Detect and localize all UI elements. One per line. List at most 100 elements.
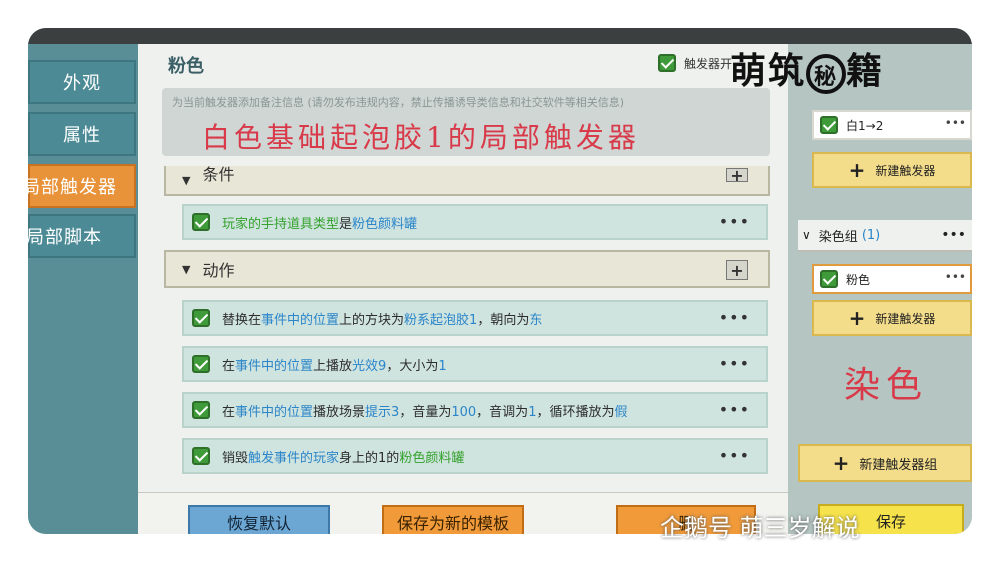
static-text: 上的方块为	[339, 312, 405, 328]
new-trigger-button[interactable]: + 新建触发器	[812, 300, 972, 336]
checkbox-icon[interactable]	[192, 213, 210, 231]
more-icon[interactable]: •••	[945, 270, 966, 284]
param-text[interactable]: 触发事件的玩家	[248, 451, 339, 466]
trigger-editor-panel: 粉色 触发器开 为当前触发器添加备注信息 (请勿发布违规内容，禁止传播诱导类信息…	[138, 44, 788, 534]
sidebar-item-local-scripts[interactable]: 局部脚本	[28, 214, 136, 258]
restore-default-button[interactable]: 恢复默认	[188, 505, 330, 534]
source-watermark: 企鹅号 萌三岁解说	[660, 514, 860, 542]
handwritten-annotation: 白色基础起泡胶1的局部触发器	[202, 121, 640, 154]
collapse-arrow-icon[interactable]: ▼	[182, 174, 190, 187]
new-trigger-label: 新建触发器	[875, 311, 936, 326]
checkbox-icon[interactable]	[192, 401, 210, 419]
action-row[interactable]: 在事件中的位置上播放光效9，大小为1 •••	[182, 346, 768, 382]
chevron-down-icon[interactable]: ∨	[802, 228, 811, 242]
param-text[interactable]: 事件中的位置	[235, 405, 313, 420]
action-row[interactable]: 销毁触发事件的玩家身上的1的粉色颜料罐 •••	[182, 438, 768, 474]
trigger-list-item[interactable]: 白1→2 •••	[812, 110, 972, 140]
sidebar-item-label: 外观	[63, 73, 101, 94]
param-text[interactable]: 事件中的位置	[235, 359, 313, 374]
condition-text: 玩家的手持道具类型是粉色颜料罐	[222, 213, 417, 232]
action-text: 在事件中的位置上播放光效9，大小为1	[222, 355, 447, 374]
param-text[interactable]: 粉色颜料罐	[352, 217, 417, 232]
checkbox-icon[interactable]	[192, 447, 210, 465]
new-group-label: 新建触发器组	[859, 457, 938, 473]
more-icon[interactable]: •••	[719, 212, 750, 231]
static-text: 在	[222, 404, 236, 420]
new-trigger-button[interactable]: + 新建触发器	[812, 152, 972, 188]
more-icon[interactable]: •••	[719, 308, 750, 327]
group-name: 染色组	[818, 229, 858, 245]
static-text: ，朝向为	[477, 312, 530, 328]
sidebar-item-appearance[interactable]: 外观	[28, 60, 136, 104]
static-text: 销毁	[222, 450, 249, 466]
param-text[interactable]: 1	[438, 359, 446, 374]
trigger-group-header[interactable]: ∨ 染色组 (1) •••	[798, 220, 972, 252]
static-text: ，循环播放为	[536, 404, 615, 420]
static-text: 播放场景	[313, 404, 366, 420]
static-text: ，大小为	[386, 358, 439, 374]
condition-row[interactable]: 玩家的手持道具类型是粉色颜料罐 •••	[182, 204, 768, 240]
collapse-arrow-icon[interactable]: ▼	[182, 263, 190, 276]
note-placeholder: 为当前触发器添加备注信息 (请勿发布违规内容，禁止传播诱导类信息和社交软件等相关…	[172, 96, 625, 109]
sidebar-item-label: 局部脚本	[28, 227, 102, 248]
new-trigger-group-button[interactable]: + 新建触发器组	[798, 444, 972, 482]
static-text: 替换在	[222, 312, 262, 328]
checkbox-icon[interactable]	[820, 270, 838, 288]
new-trigger-label: 新建触发器	[875, 163, 936, 178]
static-text: ，音调为	[476, 404, 529, 420]
param-text[interactable]: 粉系起泡胶1	[404, 313, 477, 328]
action-section-header[interactable]: ▼ 动作 +	[164, 250, 770, 288]
note-input[interactable]: 为当前触发器添加备注信息 (请勿发布违规内容，禁止传播诱导类信息和社交软件等相关…	[162, 88, 770, 156]
plus-icon: +	[848, 158, 866, 182]
checkbox-icon[interactable]	[192, 309, 210, 327]
plus-icon: +	[832, 451, 850, 475]
save-as-template-button[interactable]: 保存为新的模板	[382, 505, 524, 534]
param-text[interactable]: 事件中的位置	[261, 313, 339, 328]
action-row[interactable]: 在事件中的位置播放场景提示3，音量为100，音调为1，循环播放为假 •••	[182, 392, 768, 428]
action-text: 替换在事件中的位置上的方块为粉系起泡胶1，朝向为东	[222, 309, 542, 328]
section-label: 条件	[202, 165, 235, 184]
more-icon[interactable]: •••	[719, 446, 750, 465]
param-text[interactable]: 粉色颜料罐	[399, 451, 464, 466]
param-text[interactable]: 玩家的手持道具类型	[222, 217, 339, 232]
action-row[interactable]: 替换在事件中的位置上的方块为粉系起泡胶1，朝向为东 •••	[182, 300, 768, 336]
brand-seal-icon: 秘	[806, 54, 847, 94]
sidebar-item-label: 属性	[63, 125, 101, 146]
checkbox-icon[interactable]	[820, 116, 838, 134]
handwritten-dye-annotation: 染色	[844, 365, 929, 406]
sidebar-item-properties[interactable]: 属性	[28, 112, 136, 156]
plus-icon: +	[848, 306, 866, 330]
trigger-list-panel: 白1→2 ••• + 新建触发器 ∨ 染色组 (1) ••• 粉色 ••• + …	[788, 44, 972, 534]
static-text: 上播放	[313, 358, 353, 374]
param-text[interactable]: 东	[529, 313, 542, 328]
static-text: 身上的1的	[339, 450, 400, 466]
add-condition-button[interactable]: +	[726, 166, 748, 185]
param-text[interactable]: 100	[451, 405, 476, 420]
checkbox-icon[interactable]	[658, 54, 676, 72]
trigger-name: 粉色	[846, 272, 871, 287]
checkbox-icon[interactable]	[192, 355, 210, 373]
trigger-name: 白1→2	[846, 118, 884, 133]
static-text: 是	[339, 216, 353, 232]
brand-watermark: 萌筑秘籍	[730, 42, 884, 94]
brand-text: 籍	[846, 50, 885, 92]
param-text[interactable]: 假	[614, 405, 627, 420]
add-action-button[interactable]: +	[726, 260, 748, 280]
param-text[interactable]: 提示3	[365, 405, 399, 420]
more-icon[interactable]: •••	[941, 227, 966, 243]
action-text: 销毁触发事件的玩家身上的1的粉色颜料罐	[222, 447, 464, 466]
condition-section-header[interactable]: ▼ 条件 +	[164, 165, 770, 196]
param-text[interactable]: 光效9	[352, 359, 386, 374]
more-icon[interactable]: •••	[719, 354, 750, 373]
more-icon[interactable]: •••	[719, 400, 750, 419]
trigger-list-item-selected[interactable]: 粉色 •••	[812, 264, 972, 294]
trigger-toggle-label: 触发器开	[684, 56, 733, 71]
sidebar-item-local-triggers[interactable]: 局部触发器	[28, 164, 136, 208]
brand-text: 萌筑	[730, 50, 807, 92]
trigger-enabled-toggle[interactable]: 触发器开	[658, 54, 732, 72]
sidebar-item-label: 局部触发器	[28, 177, 117, 198]
static-text: ，音量为	[399, 404, 452, 420]
more-icon[interactable]: •••	[945, 116, 966, 130]
group-count: (1)	[861, 227, 881, 243]
action-text: 在事件中的位置播放场景提示3，音量为100，音调为1，循环播放为假	[222, 401, 628, 420]
